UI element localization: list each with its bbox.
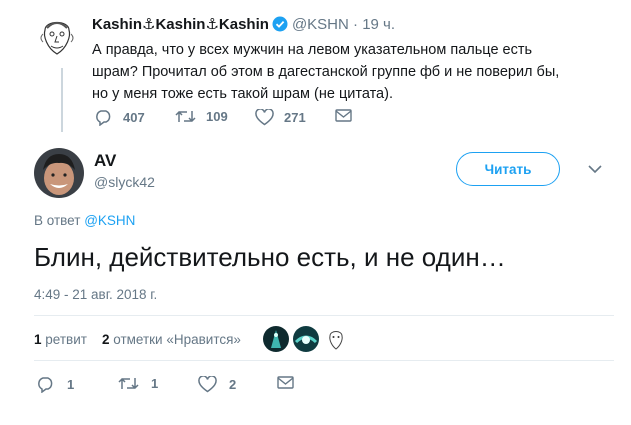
parent-reply-button[interactable]: 407	[94, 109, 145, 126]
thread-line	[61, 68, 63, 132]
heart-icon	[198, 376, 217, 393]
tweet-text: Блин, действительно есть, и не один…	[34, 242, 506, 272]
parent-retweet-count: 109	[206, 109, 228, 124]
verified-badge-icon	[272, 16, 288, 36]
retweet-count: 1	[151, 376, 159, 391]
retweets-stat[interactable]: 1 ретвит	[34, 332, 87, 347]
reply-icon	[38, 377, 53, 393]
parent-tweet-text: А правда, что у всех мужчин на левом ука…	[92, 42, 560, 102]
tweet-timestamp[interactable]: 4:49 - 21 авг. 2018 г.	[34, 287, 157, 302]
heart-icon	[255, 109, 274, 126]
author-handle[interactable]: @slyck42	[94, 174, 155, 190]
reply-prefix: В ответ	[34, 213, 81, 228]
parent-reply-count: 407	[123, 110, 145, 125]
retweet-icon	[175, 110, 196, 123]
divider	[34, 315, 614, 316]
parent-retweet-button[interactable]: 109	[175, 109, 228, 124]
reply-context: В ответ @KSHN	[34, 213, 135, 228]
tweet-menu-caret[interactable]	[588, 161, 602, 179]
liker-avatar[interactable]	[323, 326, 349, 352]
divider	[34, 360, 614, 361]
author-display-name[interactable]: AV	[94, 151, 116, 171]
parent-like-button[interactable]: 271	[255, 109, 306, 126]
parent-author[interactable]: Kashin⚓Kashin⚓Kashin @KSHN · 19 ч.	[92, 15, 395, 36]
parent-display-name[interactable]: Kashin⚓Kashin⚓Kashin	[92, 16, 269, 33]
liker-avatar[interactable]	[293, 326, 319, 352]
reply-button[interactable]: 1	[36, 376, 74, 393]
parent-handle[interactable]: @KSHN	[292, 16, 349, 33]
retweet-icon	[118, 377, 139, 390]
envelope-icon	[335, 109, 352, 122]
parent-time[interactable]: 19 ч.	[362, 16, 395, 33]
reply-count: 1	[67, 377, 75, 392]
author-avatar[interactable]	[34, 148, 84, 198]
reply-to-link[interactable]: @KSHN	[84, 213, 135, 228]
likes-stat[interactable]: 2 отметки «Нравится»	[102, 332, 241, 347]
follow-button[interactable]: Читать	[456, 152, 560, 186]
parent-message-button[interactable]	[335, 109, 352, 122]
liker-avatar[interactable]	[263, 326, 289, 352]
reply-icon	[96, 110, 111, 126]
engagement-stats: 1 ретвит 2 отметки «Нравится»	[34, 332, 241, 347]
chevron-down-icon	[588, 165, 602, 174]
like-count: 2	[229, 377, 237, 392]
parent-avatar[interactable]	[37, 14, 77, 60]
envelope-icon	[277, 376, 294, 389]
like-button[interactable]: 2	[198, 376, 236, 393]
parent-like-count: 271	[284, 110, 306, 125]
message-button[interactable]	[277, 376, 294, 389]
retweet-button[interactable]: 1	[118, 376, 158, 391]
